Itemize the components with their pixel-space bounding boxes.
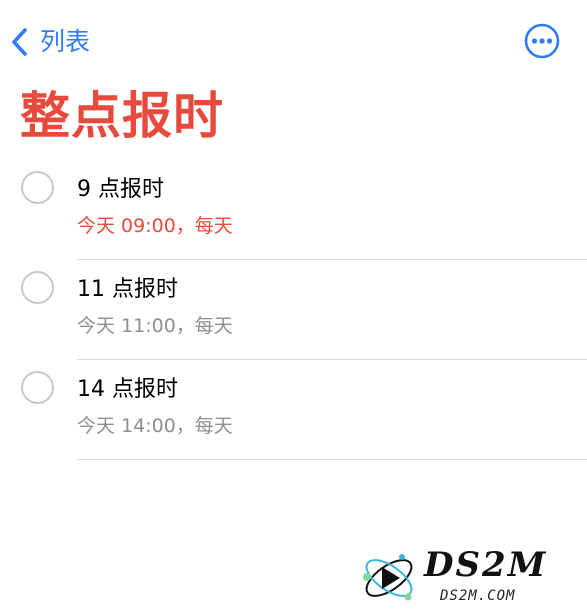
reminder-item-9[interactable]: 9 点报时 今天 09:00，每天 xyxy=(0,160,587,260)
watermark-domain: DS2M.COM xyxy=(440,588,516,604)
complete-checkbox[interactable] xyxy=(21,271,54,304)
reminder-item-14[interactable]: 14 点报时 今天 14:00，每天 xyxy=(0,360,587,460)
reminder-list: 9 点报时 今天 09:00，每天 11 点报时 今天 11:00，每天 14 … xyxy=(0,160,587,460)
watermark: DS2M DS2M.COM xyxy=(358,545,584,609)
reminder-title: 11 点报时 xyxy=(77,277,178,302)
ellipsis-circle-icon xyxy=(524,23,560,59)
reminder-title: 14 点报时 xyxy=(77,377,178,402)
reminder-title: 9 点报时 xyxy=(77,177,164,202)
complete-checkbox[interactable] xyxy=(21,171,54,204)
navigation-bar: 列表 xyxy=(0,0,587,84)
chevron-left-icon xyxy=(6,22,34,62)
brand-logo-icon xyxy=(363,554,413,601)
row-separator xyxy=(77,459,587,460)
reminder-item-11[interactable]: 11 点报时 今天 11:00，每天 xyxy=(0,260,587,360)
reminder-due-date: 今天 14:00，每天 xyxy=(77,415,233,437)
watermark-brand: DS2M xyxy=(424,545,548,585)
reminder-due-date: 今天 11:00，每天 xyxy=(77,315,233,337)
back-button[interactable]: 列表 xyxy=(6,22,90,62)
more-options-button[interactable] xyxy=(523,22,561,60)
back-label: 列表 xyxy=(40,27,91,56)
complete-checkbox[interactable] xyxy=(21,371,54,404)
page-title: 整点报时 xyxy=(20,87,224,145)
reminder-due-date: 今天 09:00，每天 xyxy=(77,215,233,237)
